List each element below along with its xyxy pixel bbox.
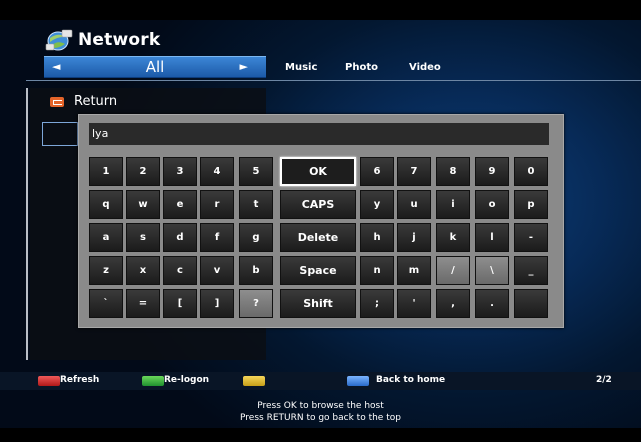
network-globe-icon — [44, 28, 74, 52]
key-5[interactable]: 5 — [239, 157, 273, 186]
hint-return: Press RETURN to go back to the top — [240, 413, 401, 423]
key-v[interactable]: v — [200, 256, 234, 285]
return-icon — [50, 96, 64, 107]
key-space[interactable]: Space — [280, 256, 356, 285]
key-?[interactable]: ? — [239, 289, 273, 318]
tab-music[interactable]: Music — [285, 62, 317, 73]
key-_[interactable]: _ — [514, 256, 548, 285]
hint-browse: Press OK to browse the host — [257, 401, 384, 411]
key-y[interactable]: y — [360, 190, 394, 219]
return-label: Return — [74, 94, 118, 109]
key--[interactable]: - — [514, 223, 548, 252]
key-;[interactable]: ; — [360, 289, 394, 318]
right-arrow-icon[interactable]: ► — [240, 60, 248, 73]
key-][interactable]: ] — [200, 289, 234, 318]
screen: Network ◄ All ► Music Photo Video Return… — [0, 0, 641, 442]
key-h[interactable]: h — [360, 223, 394, 252]
key-n[interactable]: n — [360, 256, 394, 285]
key-l[interactable]: l — [475, 223, 509, 252]
key-r[interactable]: r — [200, 190, 234, 219]
key-f[interactable]: f — [200, 223, 234, 252]
key-\[interactable]: \ — [475, 256, 509, 285]
key-'[interactable]: ' — [397, 289, 431, 318]
key-delete[interactable]: Delete — [280, 223, 356, 252]
key-0[interactable]: 0 — [514, 157, 548, 186]
relogon-label[interactable]: Re-logon — [164, 375, 209, 385]
list-border — [26, 88, 28, 360]
red-button-icon — [38, 376, 60, 386]
yellow-button-icon — [243, 376, 265, 386]
header-divider — [26, 80, 641, 81]
selected-list-row[interactable] — [42, 122, 78, 146]
back-to-home-label[interactable]: Back to home — [376, 375, 445, 385]
key-/[interactable]: / — [436, 256, 470, 285]
key-`[interactable]: ` — [89, 289, 123, 318]
key-,[interactable]: , — [436, 289, 470, 318]
refresh-label[interactable]: Refresh — [60, 375, 99, 385]
bottom-letterbox — [0, 428, 641, 442]
key-2[interactable]: 2 — [126, 157, 160, 186]
tab-photo[interactable]: Photo — [345, 62, 378, 73]
key-o[interactable]: o — [475, 190, 509, 219]
key-j[interactable]: j — [397, 223, 431, 252]
keyboard-input-field[interactable]: lya — [89, 123, 549, 145]
key-7[interactable]: 7 — [397, 157, 431, 186]
category-label: All — [145, 58, 165, 76]
key-6[interactable]: 6 — [360, 157, 394, 186]
header: Network — [44, 28, 160, 52]
key-t[interactable]: t — [239, 190, 273, 219]
key-ok[interactable]: OK — [280, 157, 356, 186]
tab-video[interactable]: Video — [409, 62, 441, 73]
key-3[interactable]: 3 — [163, 157, 197, 186]
key-g[interactable]: g — [239, 223, 273, 252]
blue-button-icon — [347, 376, 369, 386]
page-title: Network — [78, 30, 161, 50]
onscreen-keyboard: lya 1 2 3 4 5 OK 6 7 8 9 0 q w e r t CAPS y u i o p a s d f g Delet… — [78, 114, 564, 328]
key-i[interactable]: i — [436, 190, 470, 219]
key-p[interactable]: p — [514, 190, 548, 219]
key-x[interactable]: x — [126, 256, 160, 285]
top-letterbox — [0, 0, 641, 20]
key-=[interactable]: = — [126, 289, 160, 318]
key-m[interactable]: m — [397, 256, 431, 285]
key-[[interactable]: [ — [163, 289, 197, 318]
key-d[interactable]: d — [163, 223, 197, 252]
key-q[interactable]: q — [89, 190, 123, 219]
key-1[interactable]: 1 — [89, 157, 123, 186]
key-k[interactable]: k — [436, 223, 470, 252]
category-selector[interactable]: ◄ All ► — [44, 56, 266, 78]
key-9[interactable]: 9 — [475, 157, 509, 186]
key-z[interactable]: z — [89, 256, 123, 285]
key-c[interactable]: c — [163, 256, 197, 285]
return-item[interactable]: Return — [50, 94, 117, 109]
key-e[interactable]: e — [163, 190, 197, 219]
key-8[interactable]: 8 — [436, 157, 470, 186]
key-caps[interactable]: CAPS — [280, 190, 356, 219]
key-s[interactable]: s — [126, 223, 160, 252]
page-indicator: 2/2 — [596, 375, 612, 385]
key-w[interactable]: w — [126, 190, 160, 219]
key-shift[interactable]: Shift — [280, 289, 356, 318]
key-u[interactable]: u — [397, 190, 431, 219]
key-b[interactable]: b — [239, 256, 273, 285]
key-a[interactable]: a — [89, 223, 123, 252]
key-.[interactable]: . — [475, 289, 509, 318]
key-4[interactable]: 4 — [200, 157, 234, 186]
green-button-icon — [142, 376, 164, 386]
key-blank[interactable] — [514, 289, 548, 318]
